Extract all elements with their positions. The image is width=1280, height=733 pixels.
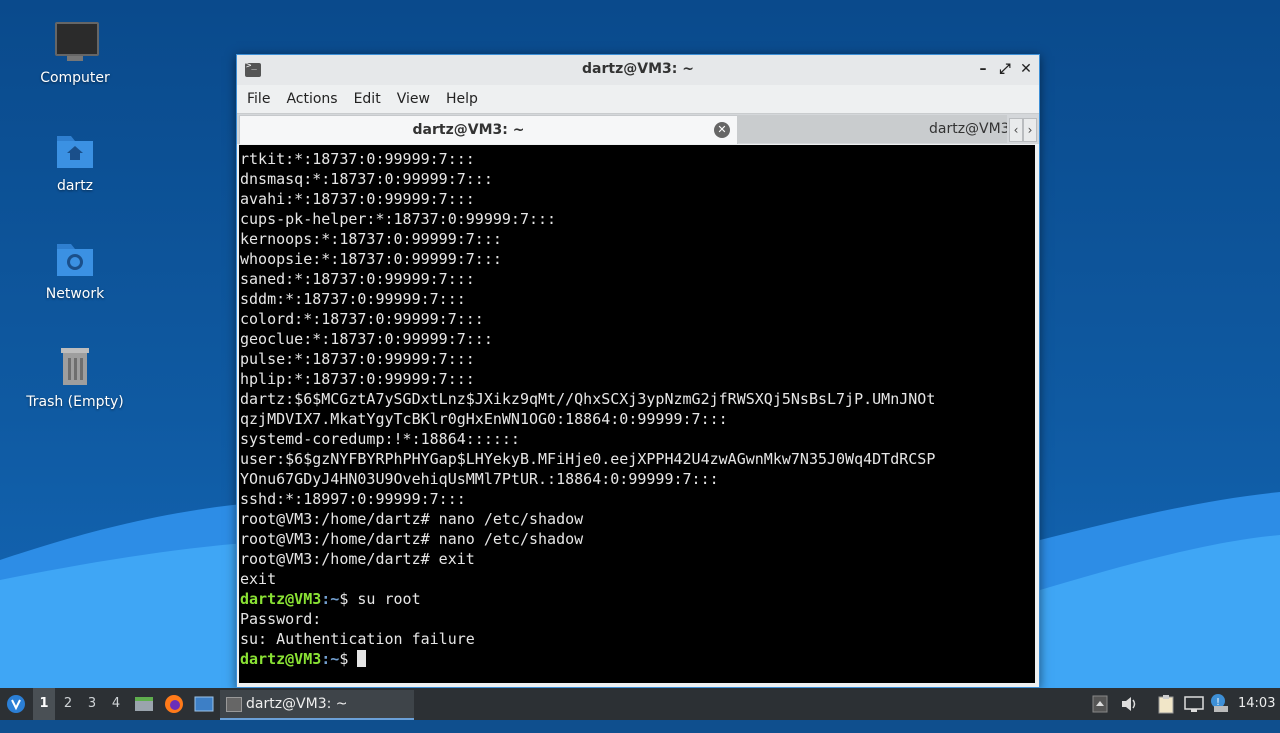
terminal-line: sshd:*:18997:0:99999:7::: [240,490,466,508]
tab-label: dartz@VM3: ~ [929,121,1007,137]
terminal-line: su: Authentication failure [240,630,475,648]
desktop-icon-label: dartz [56,178,94,194]
tab-active[interactable]: dartz@VM3: ~ ✕ [239,115,738,144]
workspace-3[interactable]: 3 [81,688,103,720]
terminal-line: qzjMDVIX7.MkatYgyTcBKlr0gHxEnWN1OG0:1886… [240,410,728,428]
show-desktop-icon [194,696,214,712]
trash-icon [53,344,97,388]
terminal-line: pulse:*:18737:0:99999:7::: [240,350,475,368]
firefox-launcher[interactable] [163,688,185,720]
file-manager-launcher[interactable] [133,688,155,720]
prompt-command: $ [339,650,358,668]
start-menu-button[interactable] [4,688,28,720]
maximize-button[interactable]: ⤢ [997,61,1013,77]
terminal-line: root@VM3:/home/dartz# exit [240,550,475,568]
desktop: Computer dartz Network Trash (Empty) dar… [0,0,1280,688]
terminal-line: exit [240,570,277,588]
terminal-line: systemd-coredump:!*:18864:::::: [240,430,520,448]
window-titlebar[interactable]: dartz@VM3: ~ – ⤢ ✕ [237,55,1039,85]
terminal-window: dartz@VM3: ~ – ⤢ ✕ File Actions Edit Vie… [236,54,1040,688]
taskbar: 1 2 3 4 dartz@VM3: ~ ! 14:03 [0,688,1280,720]
menu-actions[interactable]: Actions [278,91,345,107]
clipboard-icon[interactable] [1157,694,1175,714]
menu-bar: File Actions Edit View Help [237,85,1039,113]
terminal-line: colord:*:18737:0:99999:7::: [240,310,484,328]
firefox-icon [165,695,183,713]
tray-arrow-icon[interactable] [1092,695,1110,713]
terminal-line: dnsmasq:*:18737:0:99999:7::: [240,170,493,188]
terminal-line: kernoops:*:18737:0:99999:7::: [240,230,502,248]
menu-help[interactable]: Help [438,91,486,107]
close-button[interactable]: ✕ [1018,61,1034,77]
tab-scroll-left-button[interactable]: ‹ [1009,118,1023,142]
clock[interactable]: 14:03 [1238,688,1278,720]
terminal-line: hplip:*:18737:0:99999:7::: [240,370,475,388]
terminal-line: YOnu67GDyJ4HN03U9OvehiqUsMMl7PtUR.:18864… [240,470,719,488]
prompt-path: :~ [321,590,340,608]
terminal-line: Password: [240,610,322,628]
tab-bar: dartz@VM3: ~ ✕ dartz@VM3: ~ ‹ › [237,113,1039,144]
terminal-line: sddm:*:18737:0:99999:7::: [240,290,466,308]
network-icon[interactable] [1184,696,1204,712]
network-folder-icon [53,236,97,280]
workspace-2[interactable]: 2 [57,688,79,720]
terminal-line: root@VM3:/home/dartz# nano /etc/shadow [240,510,584,528]
terminal-line: dartz:$6$MCGztA7ySGDxtLnz$JXikz9qMt//Qhx… [240,390,936,408]
taskbar-task-terminal[interactable]: dartz@VM3: ~ [220,690,414,720]
desktop-icon-label: Trash (Empty) [26,394,124,410]
desktop-icon-label: Network [45,286,105,302]
terminal-line: saned:*:18737:0:99999:7::: [240,270,475,288]
prompt-user: dartz@VM3 [240,650,322,668]
menu-view[interactable]: View [389,91,438,107]
menu-edit[interactable]: Edit [346,91,389,107]
desktop-icon-label: Computer [40,70,110,86]
home-folder-icon [53,128,97,172]
terminal-line: whoopsie:*:18737:0:99999:7::: [240,250,502,268]
file-manager-icon [135,697,153,711]
terminal-cursor [357,650,367,667]
desktop-icon-network[interactable]: Network [20,236,130,302]
task-label: dartz@VM3: ~ [246,696,348,712]
workspace-1[interactable]: 1 [33,688,55,720]
show-desktop-launcher[interactable] [193,688,215,720]
minimize-button[interactable]: – [975,61,991,77]
menu-file[interactable]: File [239,91,278,107]
computer-icon [53,20,99,64]
workspace-4[interactable]: 4 [105,688,127,720]
desktop-icon-computer[interactable]: Computer [20,20,130,86]
tab-inactive[interactable]: dartz@VM3: ~ [737,115,1007,143]
volume-icon[interactable] [1120,696,1138,712]
desktop-icon-trash[interactable]: Trash (Empty) [20,344,130,410]
tab-label: dartz@VM3: ~ [412,122,525,138]
lubuntu-logo-icon [7,695,25,713]
terminal-output[interactable]: rtkit:*:18737:0:99999:7::: dnsmasq:*:187… [239,145,1035,683]
terminal-line: rtkit:*:18737:0:99999:7::: [240,150,475,168]
terminal-line: user:$6$gzNYFBYRPhPHYGap$LHYekyB.MFiHje0… [240,450,936,468]
prompt-command: $ su root [339,590,421,608]
prompt-user: dartz@VM3 [240,590,322,608]
terminal-line: avahi:*:18737:0:99999:7::: [240,190,475,208]
prompt-path: :~ [321,650,340,668]
terminal-line: root@VM3:/home/dartz# nano /etc/shadow [240,530,584,548]
terminal-task-icon [226,697,242,712]
terminal-line: cups-pk-helper:*:18737:0:99999:7::: [240,210,557,228]
desktop-icon-home[interactable]: dartz [20,128,130,194]
update-notifier-icon[interactable]: ! [1210,693,1228,712]
tab-close-icon[interactable]: ✕ [714,122,730,138]
terminal-line: geoclue:*:18737:0:99999:7::: [240,330,493,348]
tab-scroll-right-button[interactable]: › [1023,118,1037,142]
window-title: dartz@VM3: ~ [582,61,694,77]
